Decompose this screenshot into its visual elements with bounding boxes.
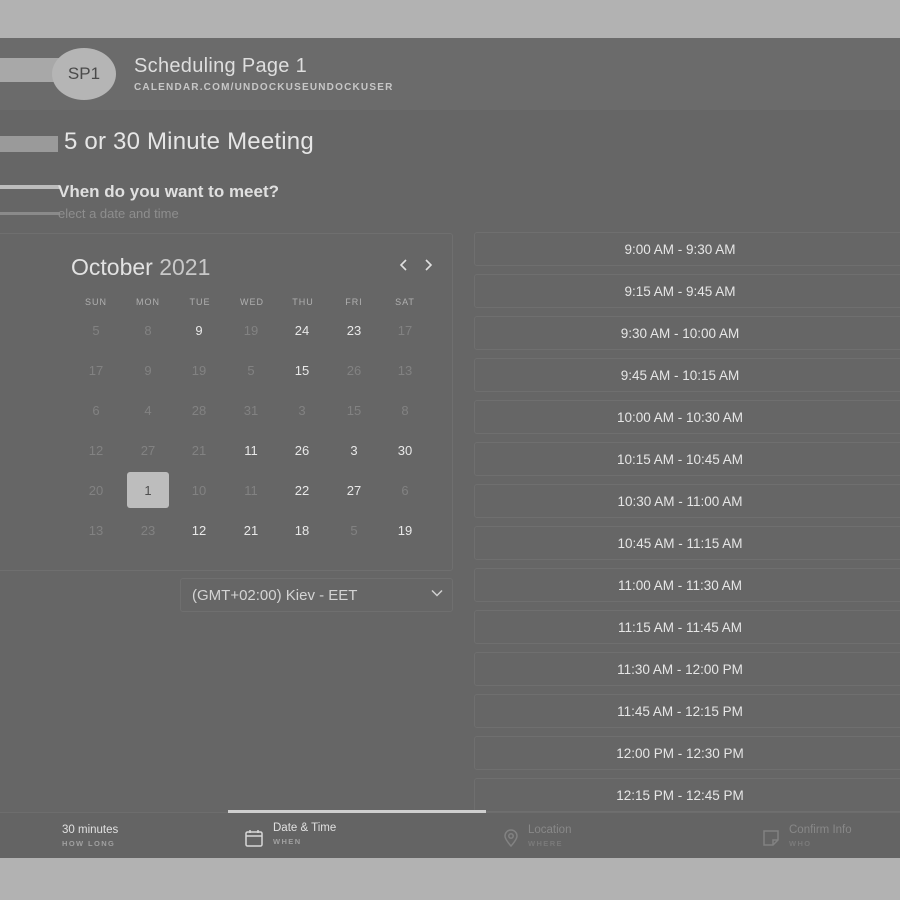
calendar-day[interactable]: 15 xyxy=(281,352,323,388)
time-slot-button[interactable]: 10:30 AM - 11:00 AM xyxy=(474,484,900,518)
note-icon xyxy=(763,830,779,846)
time-slot-button[interactable]: 11:30 AM - 12:00 PM xyxy=(474,652,900,686)
calendar-day[interactable]: 12 xyxy=(178,512,220,548)
time-slot-button[interactable]: 9:30 AM - 10:00 AM xyxy=(474,316,900,350)
calendar-day: 9 xyxy=(144,362,152,378)
calendar-day: 5 xyxy=(92,322,100,338)
calendar-day: 19 xyxy=(191,362,207,378)
step-date-time-label: Date & Time xyxy=(273,822,337,834)
meeting-title: 5 or 30 Minute Meeting xyxy=(64,128,314,155)
question-decoration-bar xyxy=(0,185,60,189)
calendar-day: 5 xyxy=(247,362,255,378)
time-slot-button[interactable]: 11:15 AM - 11:45 AM xyxy=(474,610,900,644)
calendar-day[interactable]: 11 xyxy=(230,432,272,468)
calendar-day: 20 xyxy=(88,482,104,498)
calendar-day: 13 xyxy=(397,362,413,378)
time-slot-button[interactable]: 12:15 PM - 12:45 PM xyxy=(474,778,900,812)
calendar-day: 28 xyxy=(191,402,207,418)
step-location-sub: WHERE xyxy=(528,839,563,848)
weekday-label: THU xyxy=(292,297,314,307)
step-duration-sub: HOW LONG xyxy=(62,839,116,848)
calendar-day: 6 xyxy=(92,402,100,418)
calendar-day: 11 xyxy=(244,482,258,498)
question-subtitle: elect a date and time xyxy=(58,206,179,221)
timezone-select[interactable]: (GMT+02:00) Kiev - EET xyxy=(180,578,453,612)
weekday-label: SAT xyxy=(395,297,415,307)
calendar-day: 6 xyxy=(401,482,409,498)
calendar-day: 10 xyxy=(191,482,207,498)
page-url[interactable]: CALENDAR.COM/UNDOCKUSEUNDOCKUSER xyxy=(134,82,394,93)
calendar-day: 31 xyxy=(243,402,259,418)
calendar-day[interactable]: 21 xyxy=(230,512,272,548)
time-slot-button[interactable]: 9:45 AM - 10:15 AM xyxy=(474,358,900,392)
calendar-icon xyxy=(245,830,263,847)
chevron-right-icon[interactable] xyxy=(418,252,438,278)
calendar-day[interactable]: 27 xyxy=(333,472,375,508)
calendar-month: October xyxy=(71,254,153,280)
calendar-day[interactable]: 23 xyxy=(333,312,375,348)
chevron-down-icon xyxy=(431,589,443,597)
calendar-day[interactable]: 26 xyxy=(281,432,323,468)
subtitle-decoration-bar xyxy=(0,212,60,215)
step-confirm-info-label: Confirm Info xyxy=(789,824,852,836)
calendar-day[interactable]: 24 xyxy=(281,312,323,348)
calendar-day: 3 xyxy=(298,402,306,418)
scheduling-app: SP1 Scheduling Page 1 CALENDAR.COM/UNDOC… xyxy=(0,38,900,858)
weekday-label: MON xyxy=(136,297,160,307)
calendar-day: 27 xyxy=(140,442,156,458)
time-slot-button[interactable]: 11:45 AM - 12:15 PM xyxy=(474,694,900,728)
calendar-day: 21 xyxy=(191,442,207,458)
calendar-day: 23 xyxy=(140,522,156,538)
calendar-day: 17 xyxy=(397,322,413,338)
weekday-label: SUN xyxy=(84,297,107,307)
active-step-indicator xyxy=(228,810,486,813)
time-slot-button[interactable]: 11:00 AM - 11:30 AM xyxy=(474,568,900,602)
time-slot-button[interactable]: 10:00 AM - 10:30 AM xyxy=(474,400,900,434)
step-location-label: Location xyxy=(528,824,572,836)
calendar-day: 5 xyxy=(350,522,358,538)
calendar-day: 15 xyxy=(346,402,362,418)
chevron-left-icon[interactable] xyxy=(394,252,414,278)
time-slot-button[interactable]: 12:00 PM - 12:30 PM xyxy=(474,736,900,770)
weekday-label: WED xyxy=(240,297,264,307)
time-slot-button[interactable]: 9:00 AM - 9:30 AM xyxy=(474,232,900,266)
header: SP1 Scheduling Page 1 CALENDAR.COM/UNDOC… xyxy=(0,38,900,110)
calendar-day[interactable]: 18 xyxy=(281,512,323,548)
timezone-value: (GMT+02:00) Kiev - EET xyxy=(192,586,358,604)
step-duration[interactable]: 30 minutes HOW LONG xyxy=(62,824,118,848)
calendar-day: 4 xyxy=(144,402,152,418)
step-location[interactable]: Location WHERE xyxy=(528,824,571,848)
calendar-day[interactable]: 9 xyxy=(178,312,220,348)
step-date-time-sub: WHEN xyxy=(273,837,302,846)
step-confirm-info[interactable]: Confirm Info WHO xyxy=(789,824,852,848)
weekday-label: FRI xyxy=(345,297,363,307)
calendar-day: 19 xyxy=(243,322,259,338)
weekday-label: TUE xyxy=(189,297,211,307)
avatar: SP1 xyxy=(52,48,116,100)
step-duration-label: 30 minutes xyxy=(62,824,119,836)
calendar-day: 12 xyxy=(88,442,104,458)
calendar-day[interactable]: 3 xyxy=(333,432,375,468)
calendar-year: 2021 xyxy=(159,254,211,280)
time-slot-button[interactable]: 10:45 AM - 11:15 AM xyxy=(474,526,900,560)
page-title: Scheduling Page 1 xyxy=(134,55,308,77)
calendar-month-title: October 2021 xyxy=(71,254,210,281)
calendar-day-selected[interactable]: 1 xyxy=(127,472,169,508)
calendar-day[interactable]: 30 xyxy=(384,432,426,468)
calendar-day[interactable]: 19 xyxy=(384,512,426,548)
location-pin-icon xyxy=(504,829,518,848)
calendar-day: 13 xyxy=(88,522,104,538)
step-date-time[interactable]: Date & Time WHEN xyxy=(273,822,336,846)
calendar-day: 8 xyxy=(401,402,409,418)
calendar-day: 17 xyxy=(88,362,104,378)
calendar-day: 8 xyxy=(144,322,152,338)
time-slot-button[interactable]: 9:15 AM - 9:45 AM xyxy=(474,274,900,308)
title-decoration-bar xyxy=(0,136,58,152)
step-confirm-info-sub: WHO xyxy=(789,839,812,848)
calendar-day[interactable]: 22 xyxy=(281,472,323,508)
question-heading: Vhen do you want to meet? xyxy=(58,182,280,201)
time-slot-button[interactable]: 10:15 AM - 10:45 AM xyxy=(474,442,900,476)
calendar-day: 26 xyxy=(346,362,362,378)
